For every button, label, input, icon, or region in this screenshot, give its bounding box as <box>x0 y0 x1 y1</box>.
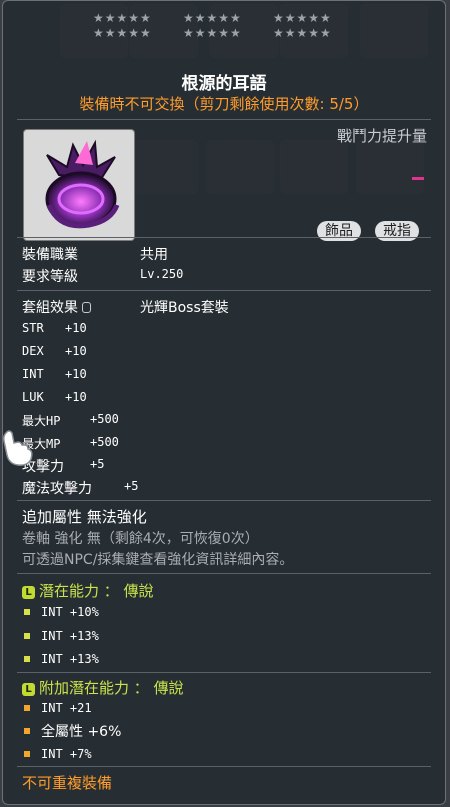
stat-value: +10 <box>65 390 87 404</box>
stat-value: +500 <box>90 412 119 426</box>
potential-title: 潛在能力 ： 傳說 <box>39 582 154 600</box>
level-row: 要求等級 Lv.250 <box>22 266 183 286</box>
level-label: 要求等級 <box>22 269 78 285</box>
divider <box>17 119 431 120</box>
stat-label: DEX <box>22 344 44 358</box>
potential-line: INT +10% <box>41 605 99 619</box>
bonus-potential-line: INT +21 <box>41 701 92 715</box>
trade-note: 裝備時不可交換（剪刀剩餘使用次數: 5/5） <box>79 95 369 113</box>
attribute-enhance-line: 追加屬性 無法強化 <box>22 508 147 526</box>
stat-row: INT +10 <box>22 367 87 381</box>
power-increase-label: 戰鬥力提升量 <box>336 127 427 145</box>
stat-value: +500 <box>90 435 119 449</box>
category-tag-accessory: 飾品 <box>317 221 361 241</box>
star-group: ★★★★★ ★★★★★ <box>93 11 152 40</box>
stat-value: +10 <box>65 367 87 381</box>
bullet-icon <box>24 705 30 711</box>
divider <box>17 766 431 767</box>
divider <box>17 500 431 501</box>
star-group: ★★★★★ ★★★★★ <box>183 11 242 40</box>
stat-label: 魔法攻擊力 <box>22 481 92 497</box>
stat-row: LUK +10 <box>22 390 87 404</box>
bonus-potential-line: INT +7% <box>41 747 92 761</box>
stat-row: STR +10 <box>22 321 87 335</box>
earring-icon <box>45 139 120 229</box>
hand-cursor-icon <box>3 430 33 466</box>
divider <box>17 573 431 574</box>
bullet-icon <box>24 656 30 662</box>
scroll-enhance-line: 卷軸 強化 無（剩餘4次，可恢復0次） <box>22 531 259 547</box>
divider <box>17 672 431 673</box>
divider <box>17 237 431 238</box>
potential-line: INT +13% <box>41 629 99 643</box>
stat-label: INT <box>22 367 44 381</box>
item-tooltip: ★★★★★ ★★★★★ ★★★★★ ★★★★★ ★★★★★ ★★★★★ 根源的耳語 裝… <box>2 0 446 805</box>
stat-label: STR <box>22 321 44 335</box>
stat-row: 魔法攻擊力 +5 <box>22 478 138 498</box>
bullet-icon <box>24 633 30 639</box>
job-row: 裝備職業 共用 <box>22 244 168 264</box>
bonus-potential-title: 附加潛在能力 ： 傳說 <box>39 679 184 697</box>
power-increase-indicator <box>412 177 424 180</box>
potential-header: L 潛在能力 ： 傳說 <box>22 580 154 601</box>
star-force-stars: ★★★★★ ★★★★★ ★★★★★ ★★★★★ ★★★★★ ★★★★★ <box>3 11 445 55</box>
stat-value: +10 <box>65 321 87 335</box>
level-value: Lv.250 <box>140 267 184 281</box>
divider <box>17 290 431 291</box>
job-label: 裝備職業 <box>22 247 78 263</box>
legendary-badge-icon: L <box>22 586 35 599</box>
potential-line: INT +13% <box>41 652 99 666</box>
enhance-info-hint: 可透過NPC/採集鍵查看強化資訊詳細內容。 <box>22 552 294 568</box>
bullet-icon <box>24 728 30 734</box>
item-icon <box>23 129 135 241</box>
set-row[interactable]: 套組效果 光輝Boss套裝 <box>22 297 229 317</box>
bonus-potential-header: L 附加潛在能力 ： 傳說 <box>22 677 184 698</box>
legendary-badge-icon: L <box>22 683 35 696</box>
star-group: ★★★★★ ★★★★★ <box>273 11 332 40</box>
unique-equip-note: 不可重複裝備 <box>22 774 113 792</box>
bullet-icon <box>24 751 30 757</box>
bonus-potential-line: 全屬性 +6% <box>41 724 122 740</box>
stat-row: DEX +10 <box>22 344 87 358</box>
stat-value: +10 <box>65 344 87 358</box>
lock-icon <box>82 302 91 313</box>
set-label: 套組效果 <box>22 300 78 316</box>
item-title: 根源的耳語 <box>181 74 267 94</box>
stat-value: +5 <box>90 457 105 471</box>
job-value: 共用 <box>140 247 168 263</box>
stat-label: 最大HP <box>22 414 61 428</box>
set-value: 光輝Boss套裝 <box>140 300 229 316</box>
category-tag-ring: 戒指 <box>375 221 419 241</box>
bullet-icon <box>24 609 30 615</box>
stat-value: +5 <box>124 479 139 493</box>
stat-label: LUK <box>22 390 44 404</box>
